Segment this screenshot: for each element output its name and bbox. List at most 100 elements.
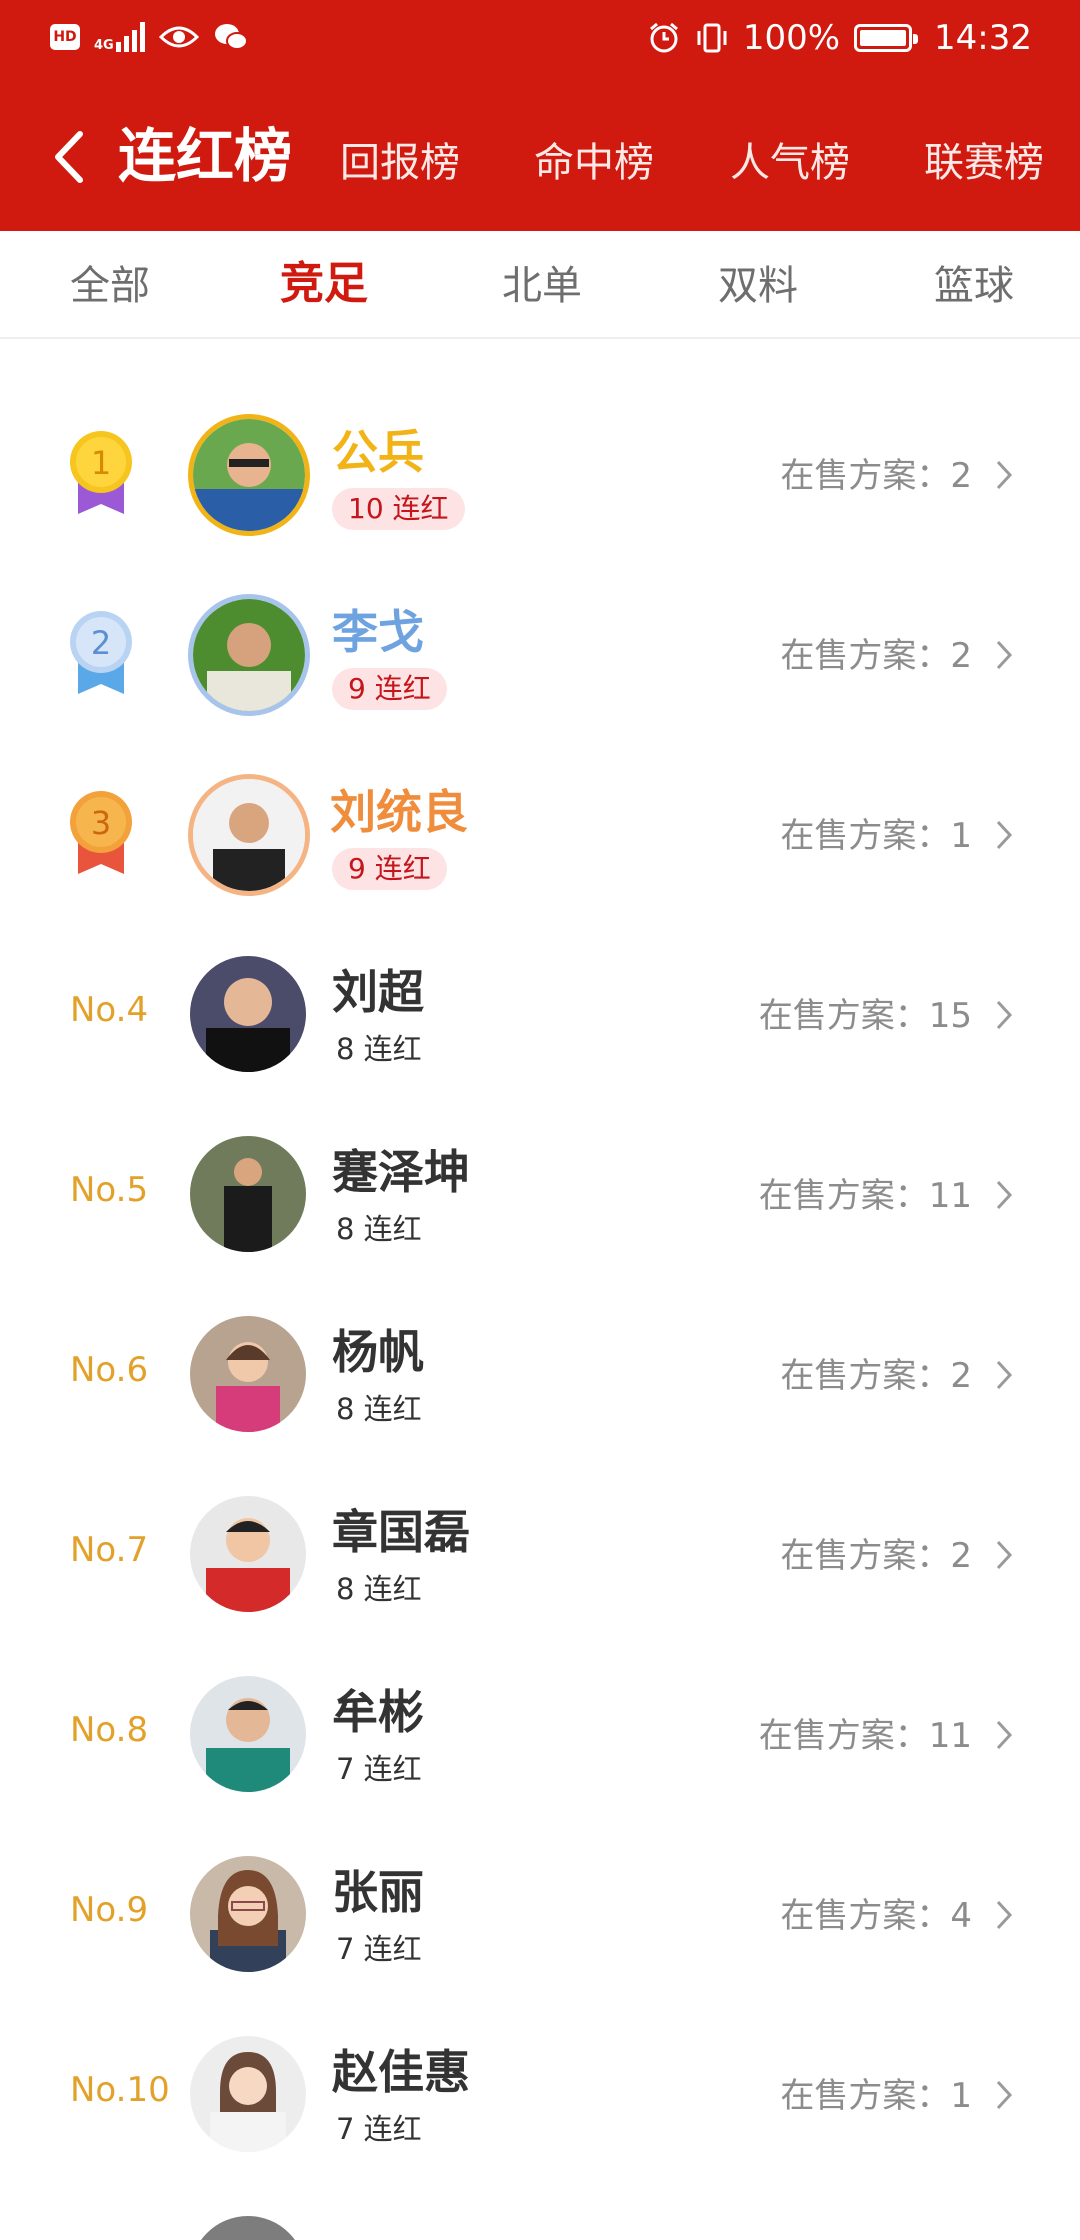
onsale-label: 在售方案：: [780, 636, 951, 676]
expert-name[interactable]: 杨帆: [332, 1324, 424, 1380]
page-title[interactable]: 连红榜: [118, 120, 292, 192]
onsale-number: 15: [928, 996, 972, 1036]
chevron-right-icon[interactable]: [994, 638, 1014, 672]
onsale-count[interactable]: 在售方案：2: [780, 1536, 972, 1576]
list-item[interactable]: No.4 刘超 8 连红 在售方案：15: [0, 920, 1080, 1100]
list-item[interactable]: No.6 杨帆 8 连红 在售方案：2: [0, 1280, 1080, 1460]
vibrate-icon: [697, 23, 727, 53]
gold-medal-icon: 1: [70, 431, 132, 514]
subtab-all[interactable]: 全部: [70, 261, 150, 311]
streak-text: 8 连红: [336, 1212, 422, 1246]
streak-text: 8 连红: [336, 1572, 422, 1606]
onsale-label: 在售方案：: [780, 1896, 951, 1936]
onsale-number: 2: [950, 636, 972, 676]
onsale-number: 1: [950, 816, 972, 856]
chevron-right-icon[interactable]: [994, 1178, 1014, 1212]
onsale-number: 4: [950, 1896, 972, 1936]
list-item[interactable]: No.5 蹇泽坤 8 连红 在售方案：11: [0, 1100, 1080, 1280]
expert-name[interactable]: 张丽: [332, 1864, 424, 1920]
chevron-right-icon[interactable]: [994, 1358, 1014, 1392]
rank-number: No.8: [70, 1710, 149, 1750]
rank-number: No.7: [70, 1530, 149, 1570]
onsale-count[interactable]: 在售方案：1: [780, 2076, 972, 2116]
rank-number: 1: [91, 444, 111, 482]
onsale-label: 在售方案：: [758, 996, 929, 1036]
list-item[interactable]: No.9 张丽 7 连红 在售方案：4: [0, 1820, 1080, 2000]
onsale-number: 11: [928, 1716, 972, 1756]
rank-number: 2: [91, 624, 111, 662]
onsale-number: 1: [950, 2076, 972, 2116]
onsale-count[interactable]: 在售方案：1: [780, 816, 972, 856]
avatar[interactable]: [190, 1856, 306, 1972]
rank-number: 3: [91, 804, 111, 842]
onsale-label: 在售方案：: [780, 1536, 951, 1576]
chevron-right-icon[interactable]: [994, 818, 1014, 852]
app-header: HD 4G 100% 14:32 连红榜 回报榜 命中榜 人气榜 联赛榜: [0, 0, 1080, 231]
chevron-right-icon[interactable]: [994, 458, 1014, 492]
expert-name[interactable]: 刘超: [332, 964, 424, 1020]
chevron-right-icon[interactable]: [994, 998, 1014, 1032]
onsale-count[interactable]: 在售方案：4: [780, 1896, 972, 1936]
onsale-count[interactable]: 在售方案：11: [759, 1176, 972, 1216]
tab-league-rank[interactable]: 联赛榜: [924, 138, 1044, 188]
status-bar: HD 4G 100% 14:32: [0, 0, 1080, 80]
avatar[interactable]: [188, 414, 310, 536]
streak-text: 7 连红: [336, 1932, 422, 1966]
onsale-count[interactable]: 在售方案：15: [759, 996, 972, 1036]
onsale-number: 11: [928, 1176, 972, 1216]
list-item[interactable]: 3 刘统良 9 连红 在售方案：1: [0, 740, 1080, 920]
rank-number: No.4: [70, 990, 149, 1030]
chevron-right-icon[interactable]: [994, 2078, 1014, 2112]
onsale-count[interactable]: 在售方案：2: [780, 1356, 972, 1396]
alarm-icon: [649, 22, 678, 53]
expert-name[interactable]: 赵佳惠: [332, 2044, 470, 2100]
tab-return-rank[interactable]: 回报榜: [340, 138, 460, 188]
chevron-right-icon[interactable]: [994, 1718, 1014, 1752]
list-item[interactable]: No.8 牟彬 7 连红 在售方案：11: [0, 1640, 1080, 1820]
list-item[interactable]: No.10 赵佳惠 7 连红 在售方案：1: [0, 2000, 1080, 2180]
signal-icon: 4G: [94, 22, 145, 52]
onsale-count[interactable]: 在售方案：11: [759, 1716, 972, 1756]
subtab-beidan[interactable]: 北单: [502, 261, 582, 311]
chevron-right-icon[interactable]: [994, 1538, 1014, 1572]
clock-time: 14:32: [934, 18, 1032, 58]
tab-popularity-rank[interactable]: 人气榜: [730, 138, 850, 188]
list-item[interactable]: 2 李戈 9 连红 在售方案：2: [0, 560, 1080, 740]
status-right: 100% 14:32: [647, 18, 1032, 58]
expert-name[interactable]: 公兵: [332, 424, 424, 480]
expert-name[interactable]: 李戈: [332, 604, 424, 660]
avatar[interactable]: [190, 2216, 306, 2240]
onsale-label: 在售方案：: [780, 816, 951, 856]
avatar[interactable]: [188, 594, 310, 716]
list-item-partial[interactable]: [0, 2180, 1080, 2240]
list-item[interactable]: No.7 章国磊 8 连红 在售方案：2: [0, 1460, 1080, 1640]
back-arrow-icon[interactable]: [50, 122, 90, 192]
streak-text: 8 连红: [336, 1392, 422, 1426]
avatar[interactable]: [190, 956, 306, 1072]
list-item[interactable]: 1 公兵 10 连红 在售方案：2: [0, 380, 1080, 560]
onsale-number: 2: [950, 1536, 972, 1576]
expert-name[interactable]: 牟彬: [332, 1684, 424, 1740]
onsale-count[interactable]: 在售方案：2: [780, 636, 972, 676]
network-type: 4G: [94, 38, 114, 53]
avatar[interactable]: [188, 774, 310, 896]
avatar[interactable]: [190, 2036, 306, 2152]
subtab-shuangliao[interactable]: 双料: [718, 261, 798, 311]
subtab-basketball[interactable]: 篮球: [934, 261, 1014, 311]
expert-name[interactable]: 章国磊: [332, 1504, 470, 1560]
rank-number: No.9: [70, 1890, 149, 1930]
category-tabs: 全部 竞足 北单 双料 篮球: [0, 231, 1080, 339]
avatar[interactable]: [190, 1316, 306, 1432]
expert-name[interactable]: 刘统良: [330, 784, 468, 840]
subtab-jingzu[interactable]: 竞足: [280, 259, 368, 309]
onsale-count[interactable]: 在售方案：2: [780, 456, 972, 496]
onsale-number: 2: [950, 456, 972, 496]
streak-text: 7 连红: [336, 1752, 422, 1786]
avatar[interactable]: [190, 1136, 306, 1252]
expert-name[interactable]: 蹇泽坤: [332, 1144, 470, 1200]
avatar[interactable]: [190, 1676, 306, 1792]
avatar[interactable]: [190, 1496, 306, 1612]
chevron-right-icon[interactable]: [994, 1898, 1014, 1932]
rank-number: No.5: [70, 1170, 149, 1210]
tab-hit-rank[interactable]: 命中榜: [534, 138, 654, 188]
